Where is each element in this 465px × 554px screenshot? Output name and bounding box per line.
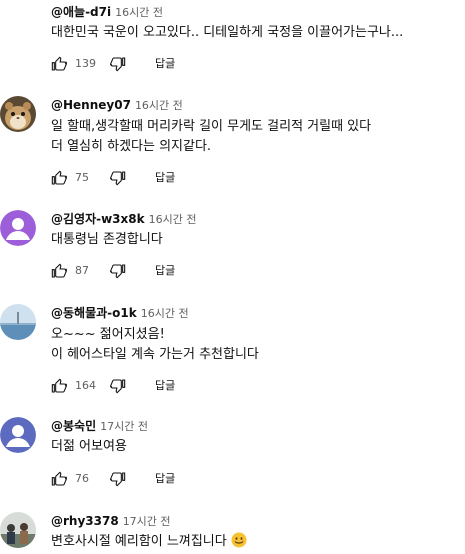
reply-button[interactable]: 답글 [155,264,175,278]
comment-actions: 75 답글 [51,170,251,190]
comment-text-line: 이 헤어스타일 계속 가는거 추천합니다 [51,347,259,362]
reply-button[interactable]: 답글 [155,472,175,486]
comment-actions: 164 답글 [51,378,251,398]
comment-header: @김영자-w3x8k 16시간 전 [51,210,196,228]
comment-text: 오~~~ 젊어지셨음! 이 헤어스타일 계속 가는거 추천합니다 [51,325,259,365]
comment-author[interactable]: @Henney07 [51,98,131,112]
comment-text-content: 변호사시절 예리함이 느껴집니다 [51,534,227,549]
avatar[interactable] [0,417,36,453]
comment-time[interactable]: 16시간 전 [135,99,183,112]
comment-text-line: 일 할때,생각할때 머리카락 길이 무게도 걸리적 거릴때 있다 [51,119,372,134]
reply-button[interactable]: 답글 [155,171,175,185]
default-user-avatar [0,210,36,246]
thumbs-up-icon[interactable] [51,263,67,279]
comment-author[interactable]: @동해물과-o1k [51,306,137,320]
comment-time[interactable]: 16시간 전 [115,6,163,19]
thumbs-down-icon[interactable] [110,170,126,186]
default-user-avatar [0,417,36,453]
thumbs-up-icon[interactable] [51,378,67,394]
comment-text-line: 더 열심히 하겠다는 의지같다. [51,139,212,154]
comment-time[interactable]: 17시간 전 [123,515,171,528]
reply-button[interactable]: 답글 [155,379,175,393]
comment-actions: 76 답글 [51,471,251,491]
comment-text-line: 변호사시절 예리함이 느껴집니다 [51,532,247,552]
reply-button[interactable]: 답글 [155,57,175,71]
comment-text-line: 대한민국 국운이 오고있다.. 디테일하게 국정을 이끌어가는구나... [51,25,404,40]
like-count: 75 [75,171,89,184]
avatar[interactable] [0,210,36,246]
comment-text: 대한민국 국운이 오고있다.. 디테일하게 국정을 이끌어가는구나... [51,23,403,43]
thumbs-up-icon[interactable] [51,56,67,72]
comment-time[interactable]: 16시간 전 [149,213,197,226]
comment-author[interactable]: @김영자-w3x8k [51,212,145,226]
comment-text: 대통령님 존경합니다 [51,230,163,250]
comment-actions: 139 답글 [51,56,251,76]
comment-author[interactable]: @애늘-d7i [51,5,111,19]
thumbs-up-icon[interactable] [51,471,67,487]
comment-text-line: 더젊 어보여용 [51,439,127,454]
avatar[interactable] [0,96,36,132]
comment-header: @Henney07 16시간 전 [51,96,183,114]
comment-author[interactable]: @rhy3378 [51,514,119,528]
thumbs-down-icon[interactable] [110,378,126,394]
avatar[interactable] [0,304,36,340]
thumbs-down-icon[interactable] [110,263,126,279]
sea-avatar-image [0,304,36,340]
like-count: 139 [75,57,96,70]
comment-author[interactable]: @봉숙민 [51,419,96,433]
comment-header: @동해물과-o1k 16시간 전 [51,304,189,322]
people-avatar-image [0,512,36,548]
comment-text-line: 오~~~ 젊어지셨음! [51,327,165,342]
avatar[interactable] [0,512,36,548]
thumbs-down-icon[interactable] [110,471,126,487]
comment-text: 일 할때,생각할때 머리카락 길이 무게도 걸리적 거릴때 있다 더 열심히 하… [51,117,371,157]
comment-time[interactable]: 17시간 전 [100,420,148,433]
comment-time[interactable]: 16시간 전 [141,307,189,320]
comment-header: @봉숙민 17시간 전 [51,417,148,435]
comment-text: 더젊 어보여용 [51,437,127,457]
thumbs-down-icon[interactable] [110,56,126,72]
like-count: 87 [75,264,89,277]
comment-actions: 87 답글 [51,263,251,283]
like-count: 76 [75,472,89,485]
like-count: 164 [75,379,96,392]
thumbs-up-icon[interactable] [51,170,67,186]
comment-text: 변호사시절 예리함이 느껴집니다 [51,532,247,552]
hamster-avatar-image [0,96,36,132]
comment-header: @애늘-d7i 16시간 전 [51,3,163,21]
smiling-face-emoji-icon [231,532,247,548]
comment-header: @rhy3378 17시간 전 [51,512,171,530]
comment-text-line: 대통령님 존경합니다 [51,232,163,247]
